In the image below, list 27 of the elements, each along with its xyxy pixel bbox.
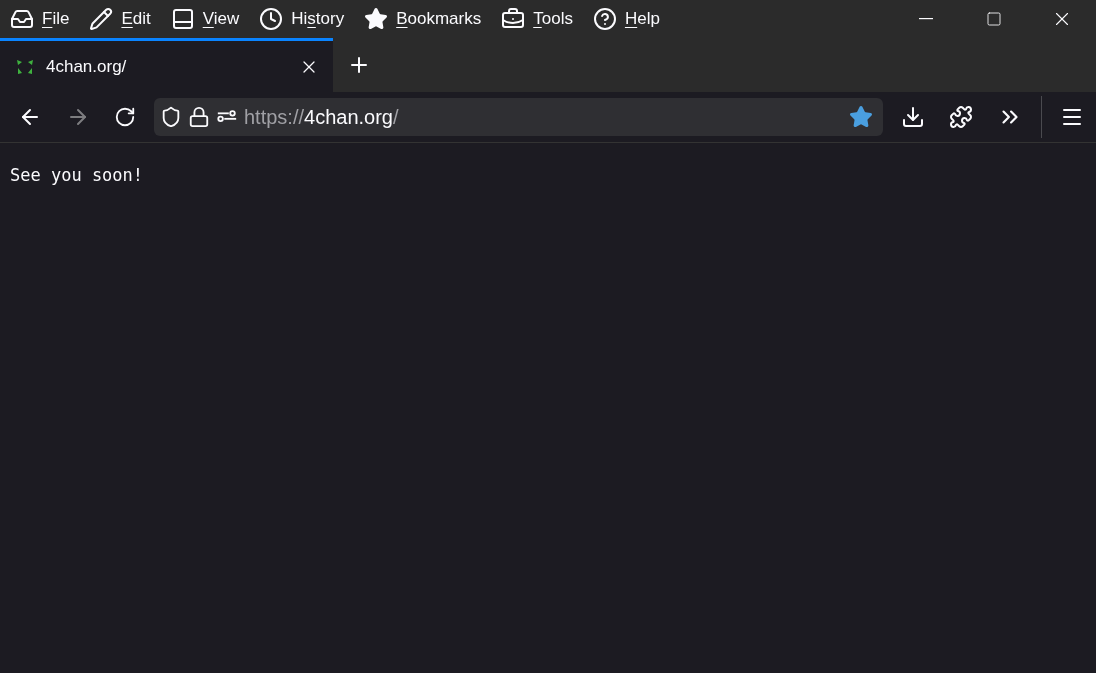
window-icon xyxy=(170,7,195,31)
help-icon xyxy=(592,7,617,31)
favicon-icon xyxy=(16,57,34,76)
menu-item[interactable]: File xyxy=(8,1,88,37)
inbox-icon xyxy=(10,7,34,31)
reload-icon xyxy=(114,106,136,128)
star-icon xyxy=(849,105,873,129)
toolbox-icon xyxy=(501,7,526,31)
star-icon xyxy=(364,7,389,31)
menu-item[interactable]: Help xyxy=(590,1,678,37)
page-message: See you soon! xyxy=(10,165,144,185)
menu-item[interactable]: History xyxy=(257,1,363,37)
menu-item[interactable]: View xyxy=(168,1,258,37)
menu-item[interactable]: Bookmarks xyxy=(362,1,500,37)
minimize-icon xyxy=(919,18,933,20)
menu-item[interactable]: Edit xyxy=(87,1,169,37)
clock-icon xyxy=(259,7,284,31)
menu-item[interactable]: Tools xyxy=(499,1,591,37)
address-bar[interactable]: https://4chan.org/ xyxy=(154,98,883,136)
maximize-icon xyxy=(986,11,1002,27)
lock-icon xyxy=(188,106,210,128)
download-icon xyxy=(901,105,925,129)
pencil-icon xyxy=(89,7,114,31)
puzzle-icon xyxy=(949,105,973,129)
shield-icon xyxy=(160,106,182,128)
url-text: https://4chan.org/ xyxy=(244,105,400,129)
browser-tab[interactable]: 4chan.org/ xyxy=(0,38,333,92)
